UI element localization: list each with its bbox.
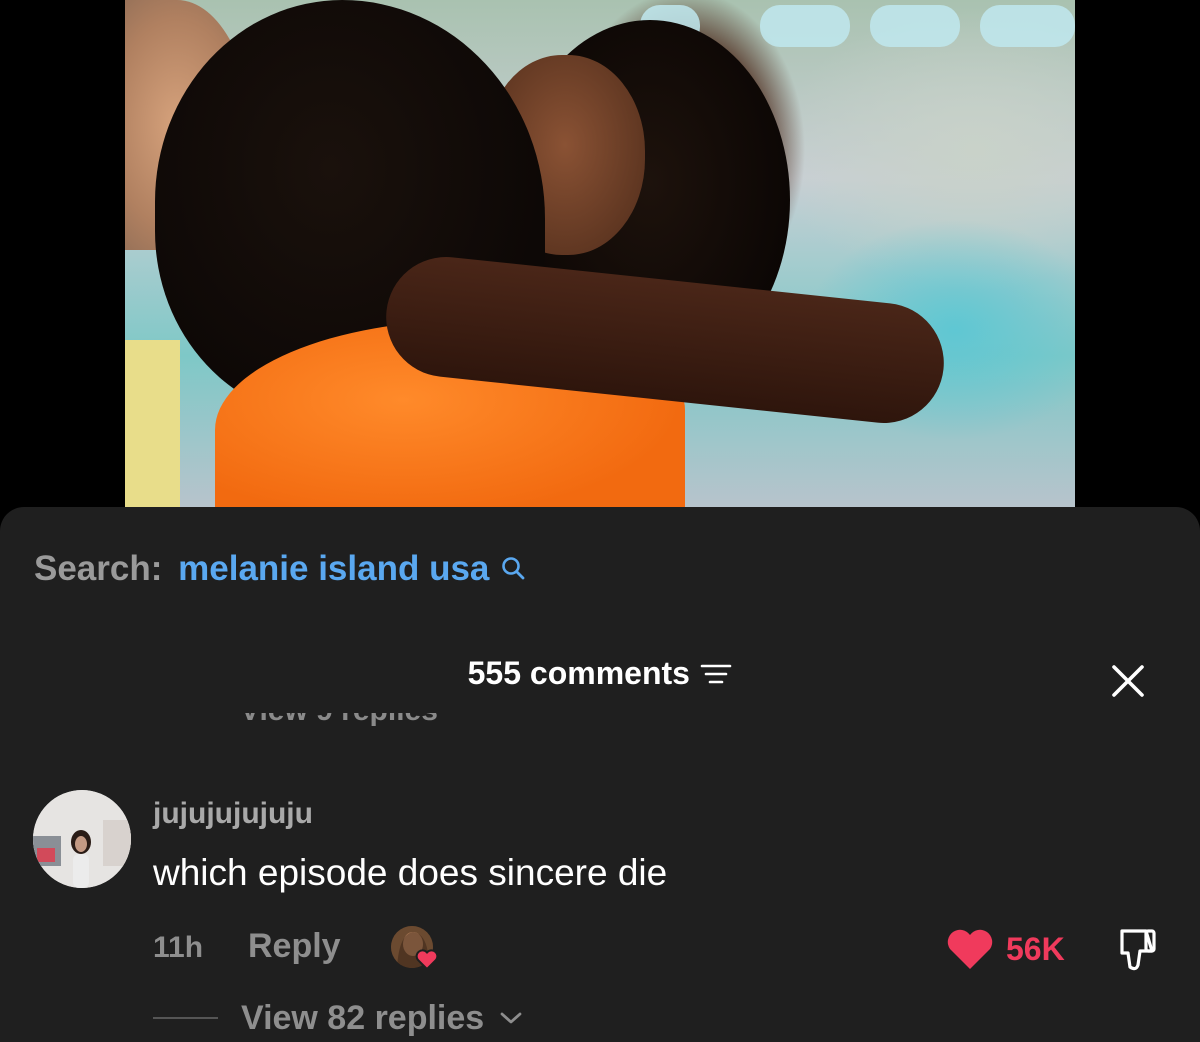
close-button[interactable]: [1106, 659, 1150, 703]
comment-username[interactable]: jujujujujuju: [153, 797, 313, 831]
comment-text: which episode does sincere die: [153, 852, 668, 893]
like-button[interactable]: [945, 927, 995, 971]
comments-header: 555 comments: [0, 655, 1200, 701]
video-frame[interactable]: [125, 0, 1075, 508]
previous-view-replies-button[interactable]: View 9 replies: [240, 713, 438, 735]
search-query-link[interactable]: melanie island usa: [178, 549, 489, 588]
close-icon[interactable]: [1106, 659, 1150, 703]
video-person-left-dress: [125, 340, 180, 508]
search-icon[interactable]: [501, 551, 527, 591]
background-light: [760, 5, 850, 47]
creator-liked-badge: [391, 926, 445, 976]
comments-sheet: Search: melanie island usa 555 comments …: [0, 507, 1200, 1042]
background-light: [980, 5, 1075, 47]
view-replies-button[interactable]: View 82 replies: [241, 999, 522, 1038]
reply-button[interactable]: Reply: [248, 927, 341, 966]
view-replies-label: View 82 replies: [241, 999, 485, 1037]
like-count: 56K: [1006, 931, 1065, 967]
heart-icon: [415, 949, 439, 970]
thumbs-down-icon[interactable]: [1108, 925, 1160, 975]
search-label: Search:: [34, 549, 163, 588]
dislike-button[interactable]: [1108, 925, 1160, 975]
background-light: [870, 5, 960, 47]
comments-count: 555 comments: [467, 655, 690, 691]
avatar[interactable]: [33, 790, 131, 888]
chevron-down-icon: [500, 1012, 522, 1024]
heart-icon[interactable]: [945, 927, 995, 971]
replies-divider: [153, 1017, 218, 1019]
video-player[interactable]: [0, 0, 1200, 520]
search-suggestion[interactable]: Search: melanie island usa: [34, 549, 527, 591]
previous-view-replies-label: View 9 replies: [240, 713, 438, 727]
filter-icon[interactable]: [700, 662, 732, 691]
comment-timestamp: 11h: [153, 931, 204, 964]
